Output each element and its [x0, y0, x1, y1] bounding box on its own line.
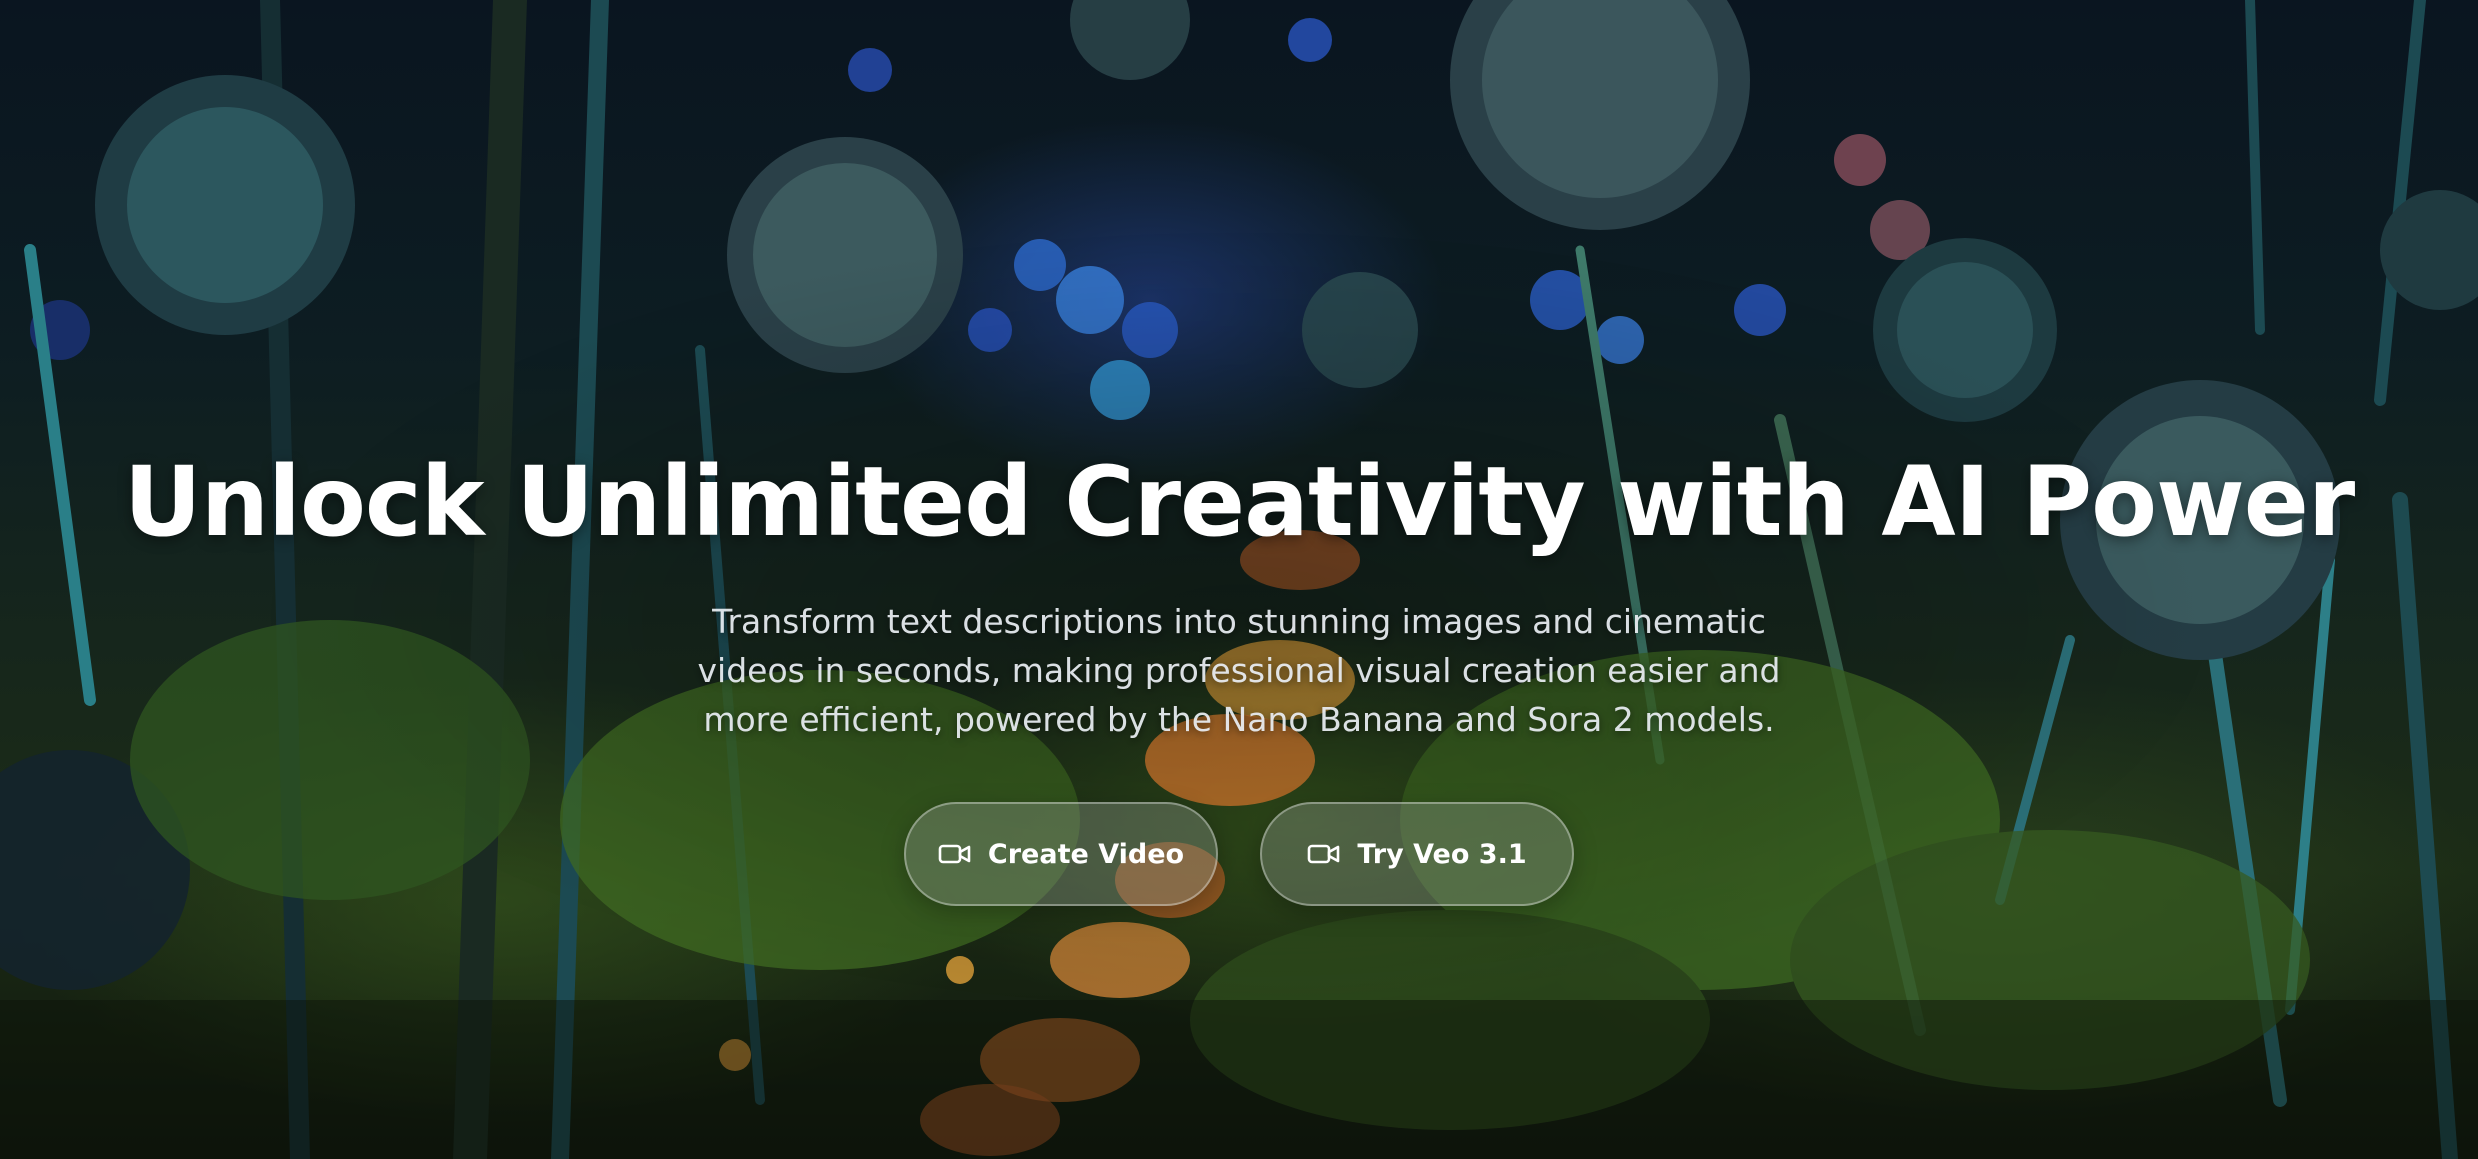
create-video-button[interactable]: Create Video	[904, 802, 1218, 906]
try-veo-button[interactable]: Try Veo 3.1	[1260, 802, 1574, 906]
hero-section: Unlock Unlimited Creativity with AI Powe…	[0, 0, 2478, 1159]
create-video-label: Create Video	[987, 838, 1185, 870]
hero-title: Unlock Unlimited Creativity with AI Powe…	[123, 446, 2356, 558]
hero-content: Unlock Unlimited Creativity with AI Powe…	[0, 0, 2478, 1159]
try-veo-label: Try Veo 3.1	[1357, 838, 1527, 870]
hero-subtitle: Transform text descriptions into stunnin…	[697, 602, 1781, 739]
video-camera-icon	[1307, 842, 1341, 866]
hero-actions: Create Video Try Veo 3.1	[0, 802, 2478, 906]
video-camera-icon	[938, 842, 972, 866]
